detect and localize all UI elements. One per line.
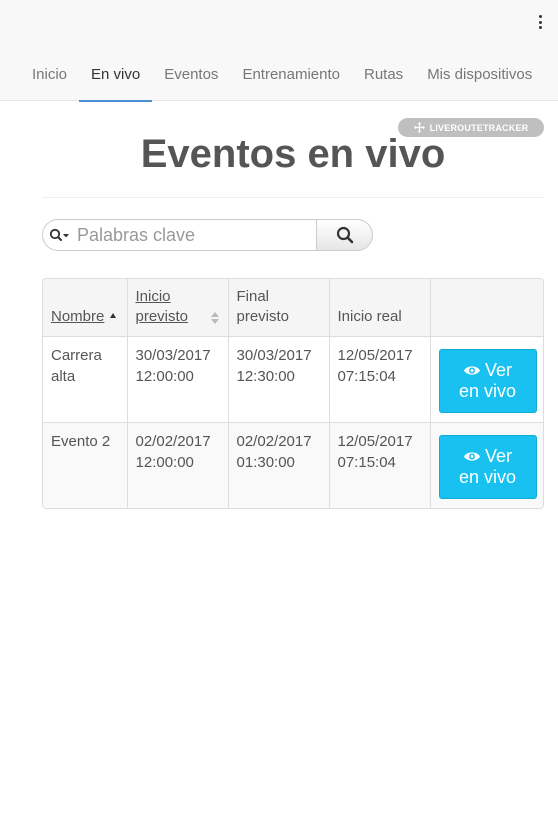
- tab-entrenamiento[interactable]: Entrenamiento: [230, 50, 352, 101]
- cell-inicio-real: 12/05/2017 07:15:04: [328, 335, 430, 422]
- search-dropdown-icon: [49, 228, 69, 241]
- search-button[interactable]: [316, 219, 373, 251]
- ver-en-vivo-button[interactable]: Ver en vivo: [438, 434, 537, 499]
- badge-label: LIVEROUTETRACKER: [429, 122, 529, 133]
- tab-rutas[interactable]: Rutas: [352, 50, 415, 101]
- search-options-dropdown[interactable]: [43, 220, 77, 250]
- tab-mis-dispositivos[interactable]: Mis dispositivos: [415, 50, 544, 101]
- cell-inicio-previsto: 02/02/2017 12:00:00: [126, 421, 228, 508]
- en-vivo-label: en vivo: [458, 380, 517, 401]
- sort-both-icon: [210, 311, 219, 324]
- table-row: Evento 2 02/02/2017 12:00:00 02/02/2017 …: [43, 421, 543, 508]
- column-header-inicio-previsto[interactable]: Inicio previsto: [126, 279, 228, 336]
- cell-actions: Ver en vivo: [429, 335, 543, 422]
- table-header-row: Nombre Inicio previsto Final previsto In…: [43, 279, 543, 336]
- sort-ascending-icon: [110, 313, 117, 319]
- events-table: Nombre Inicio previsto Final previsto In…: [42, 278, 544, 509]
- search-field: [42, 219, 316, 251]
- table-row: Carrera alta 30/03/2017 12:00:00 30/03/2…: [43, 335, 543, 422]
- en-vivo-label: en vivo: [458, 466, 517, 487]
- tab-en-vivo[interactable]: En vivo: [79, 50, 153, 102]
- cell-final-previsto: 02/02/2017 01:30:00: [227, 421, 329, 508]
- search-bar: [42, 219, 373, 251]
- top-navbar: Inicio En vivo Eventos Entrenamiento Rut…: [0, 0, 558, 102]
- column-label-inicio-previsto[interactable]: Inicio previsto: [136, 288, 189, 325]
- eye-icon: [463, 365, 480, 375]
- tab-inicio[interactable]: Inicio: [20, 50, 79, 101]
- search-input[interactable]: [77, 221, 316, 249]
- ver-label: Ver: [484, 445, 513, 466]
- cell-actions: Ver en vivo: [429, 421, 543, 508]
- cell-inicio-real: 12/05/2017 07:15:04: [328, 421, 430, 508]
- column-header-inicio-real: Inicio real: [328, 279, 430, 336]
- column-header-final-previsto: Final previsto: [227, 279, 329, 336]
- ver-label: Ver: [484, 359, 513, 380]
- cell-final-previsto: 30/03/2017 12:30:00: [227, 335, 329, 422]
- column-header-nombre[interactable]: Nombre: [43, 279, 127, 336]
- cell-nombre: Carrera alta: [43, 335, 127, 422]
- cell-inicio-previsto: 30/03/2017 12:00:00: [126, 335, 228, 422]
- main-nav: Inicio En vivo Eventos Entrenamiento Rut…: [20, 50, 544, 102]
- search-icon: [336, 226, 353, 244]
- kebab-menu-icon[interactable]: [536, 15, 544, 29]
- cell-nombre: Evento 2: [43, 421, 127, 508]
- tab-eventos[interactable]: Eventos: [152, 50, 230, 101]
- eye-icon: [463, 451, 480, 461]
- column-label-nombre[interactable]: Nombre: [51, 308, 104, 325]
- title-divider: [42, 197, 544, 198]
- page-title: Eventos en vivo: [140, 132, 446, 176]
- column-header-actions: [429, 279, 543, 336]
- ver-en-vivo-button[interactable]: Ver en vivo: [438, 348, 537, 413]
